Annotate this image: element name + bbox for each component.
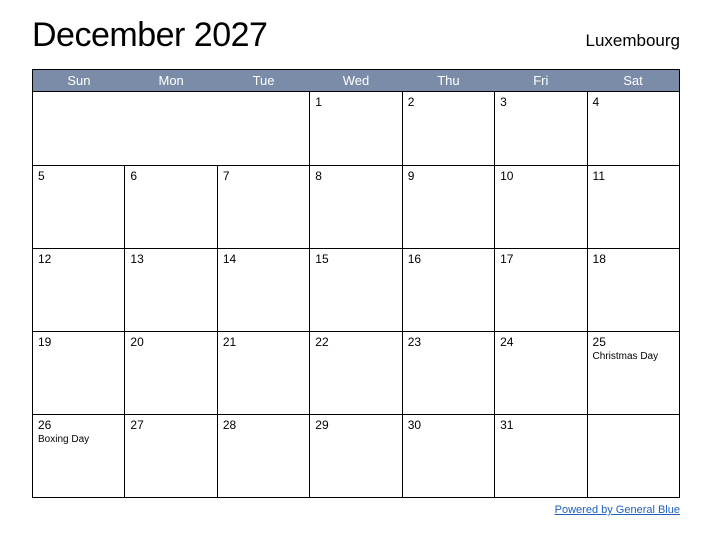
calendar-week-row: 12 13 14 15 16 17 18 (33, 249, 680, 332)
day-number: 4 (593, 95, 674, 109)
calendar-day-cell: 7 (217, 166, 309, 249)
day-number: 20 (130, 335, 211, 349)
calendar-day-cell: 1 (310, 92, 402, 166)
day-number: 26 (38, 418, 119, 432)
calendar-day-cell: 16 (402, 249, 494, 332)
day-number: 2 (408, 95, 489, 109)
calendar-day-cell: 18 (587, 249, 679, 332)
calendar-header: December 2027 Luxembourg (32, 16, 680, 55)
day-number: 18 (593, 252, 674, 266)
country-label: Luxembourg (585, 31, 680, 51)
weekday-header-row: Sun Mon Tue Wed Thu Fri Sat (33, 70, 680, 92)
calendar-day-cell: 10 (495, 166, 587, 249)
calendar-day-cell: 22 (310, 332, 402, 415)
day-number: 28 (223, 418, 304, 432)
day-number: 13 (130, 252, 211, 266)
calendar-week-row: 26 Boxing Day 27 28 29 30 31 (33, 415, 680, 498)
day-number: 23 (408, 335, 489, 349)
day-number: 1 (315, 95, 396, 109)
day-number: 12 (38, 252, 119, 266)
weekday-sat: Sat (587, 70, 679, 92)
calendar-week-row: 1234 (33, 92, 680, 166)
calendar-grid: Sun Mon Tue Wed Thu Fri Sat 123456789101… (32, 69, 680, 498)
calendar-week-row: 19 20 21 22 23 24 25 Christmas Day (33, 332, 680, 415)
day-number: 14 (223, 252, 304, 266)
calendar-day-cell: 29 (310, 415, 402, 498)
day-number: 17 (500, 252, 581, 266)
weekday-fri: Fri (495, 70, 587, 92)
day-event: Christmas Day (593, 351, 674, 362)
calendar-day-cell: 6 (125, 166, 217, 249)
calendar-day-cell: 2 (402, 92, 494, 166)
calendar-day-cell: 25 Christmas Day (587, 332, 679, 415)
day-event: Boxing Day (38, 434, 119, 445)
day-number: 29 (315, 418, 396, 432)
day-number: 3 (500, 95, 581, 109)
calendar-day-cell: 13 (125, 249, 217, 332)
weekday-thu: Thu (402, 70, 494, 92)
day-number: 6 (130, 169, 211, 183)
month-year-title: December 2027 (32, 16, 267, 55)
calendar-day-cell (587, 415, 679, 498)
calendar-day-cell (217, 92, 309, 166)
calendar-day-cell: 4 (587, 92, 679, 166)
day-number: 22 (315, 335, 396, 349)
day-number: 16 (408, 252, 489, 266)
calendar-day-cell (125, 92, 217, 166)
weekday-tue: Tue (217, 70, 309, 92)
calendar-day-cell: 5 (33, 166, 125, 249)
day-number: 7 (223, 169, 304, 183)
day-number: 11 (593, 169, 674, 183)
weekday-sun: Sun (33, 70, 125, 92)
calendar-week-row: 56789 10 11 (33, 166, 680, 249)
day-number: 19 (38, 335, 119, 349)
calendar-day-cell: 9 (402, 166, 494, 249)
day-number: 31 (500, 418, 581, 432)
day-number: 25 (593, 335, 674, 349)
calendar-day-cell: 14 (217, 249, 309, 332)
day-number: 10 (500, 169, 581, 183)
calendar-day-cell: 3 (495, 92, 587, 166)
calendar-day-cell: 24 (495, 332, 587, 415)
calendar-day-cell: 20 (125, 332, 217, 415)
calendar-day-cell: 8 (310, 166, 402, 249)
day-number: 8 (315, 169, 396, 183)
calendar-day-cell: 27 (125, 415, 217, 498)
day-number: 24 (500, 335, 581, 349)
weekday-wed: Wed (310, 70, 402, 92)
calendar-day-cell: 19 (33, 332, 125, 415)
powered-by-link[interactable]: Powered by General Blue (555, 504, 680, 516)
day-number: 9 (408, 169, 489, 183)
calendar-day-cell: 31 (495, 415, 587, 498)
calendar-day-cell: 12 (33, 249, 125, 332)
calendar-day-cell: 28 (217, 415, 309, 498)
day-number: 21 (223, 335, 304, 349)
calendar-day-cell: 11 (587, 166, 679, 249)
calendar-day-cell: 23 (402, 332, 494, 415)
day-number: 15 (315, 252, 396, 266)
footer: Powered by General Blue (32, 504, 680, 516)
calendar-day-cell: 17 (495, 249, 587, 332)
day-number: 30 (408, 418, 489, 432)
day-number: 5 (38, 169, 119, 183)
weekday-mon: Mon (125, 70, 217, 92)
calendar-day-cell: 21 (217, 332, 309, 415)
day-number: 27 (130, 418, 211, 432)
calendar-day-cell: 30 (402, 415, 494, 498)
calendar-day-cell: 26 Boxing Day (33, 415, 125, 498)
calendar-day-cell (33, 92, 125, 166)
calendar-day-cell: 15 (310, 249, 402, 332)
